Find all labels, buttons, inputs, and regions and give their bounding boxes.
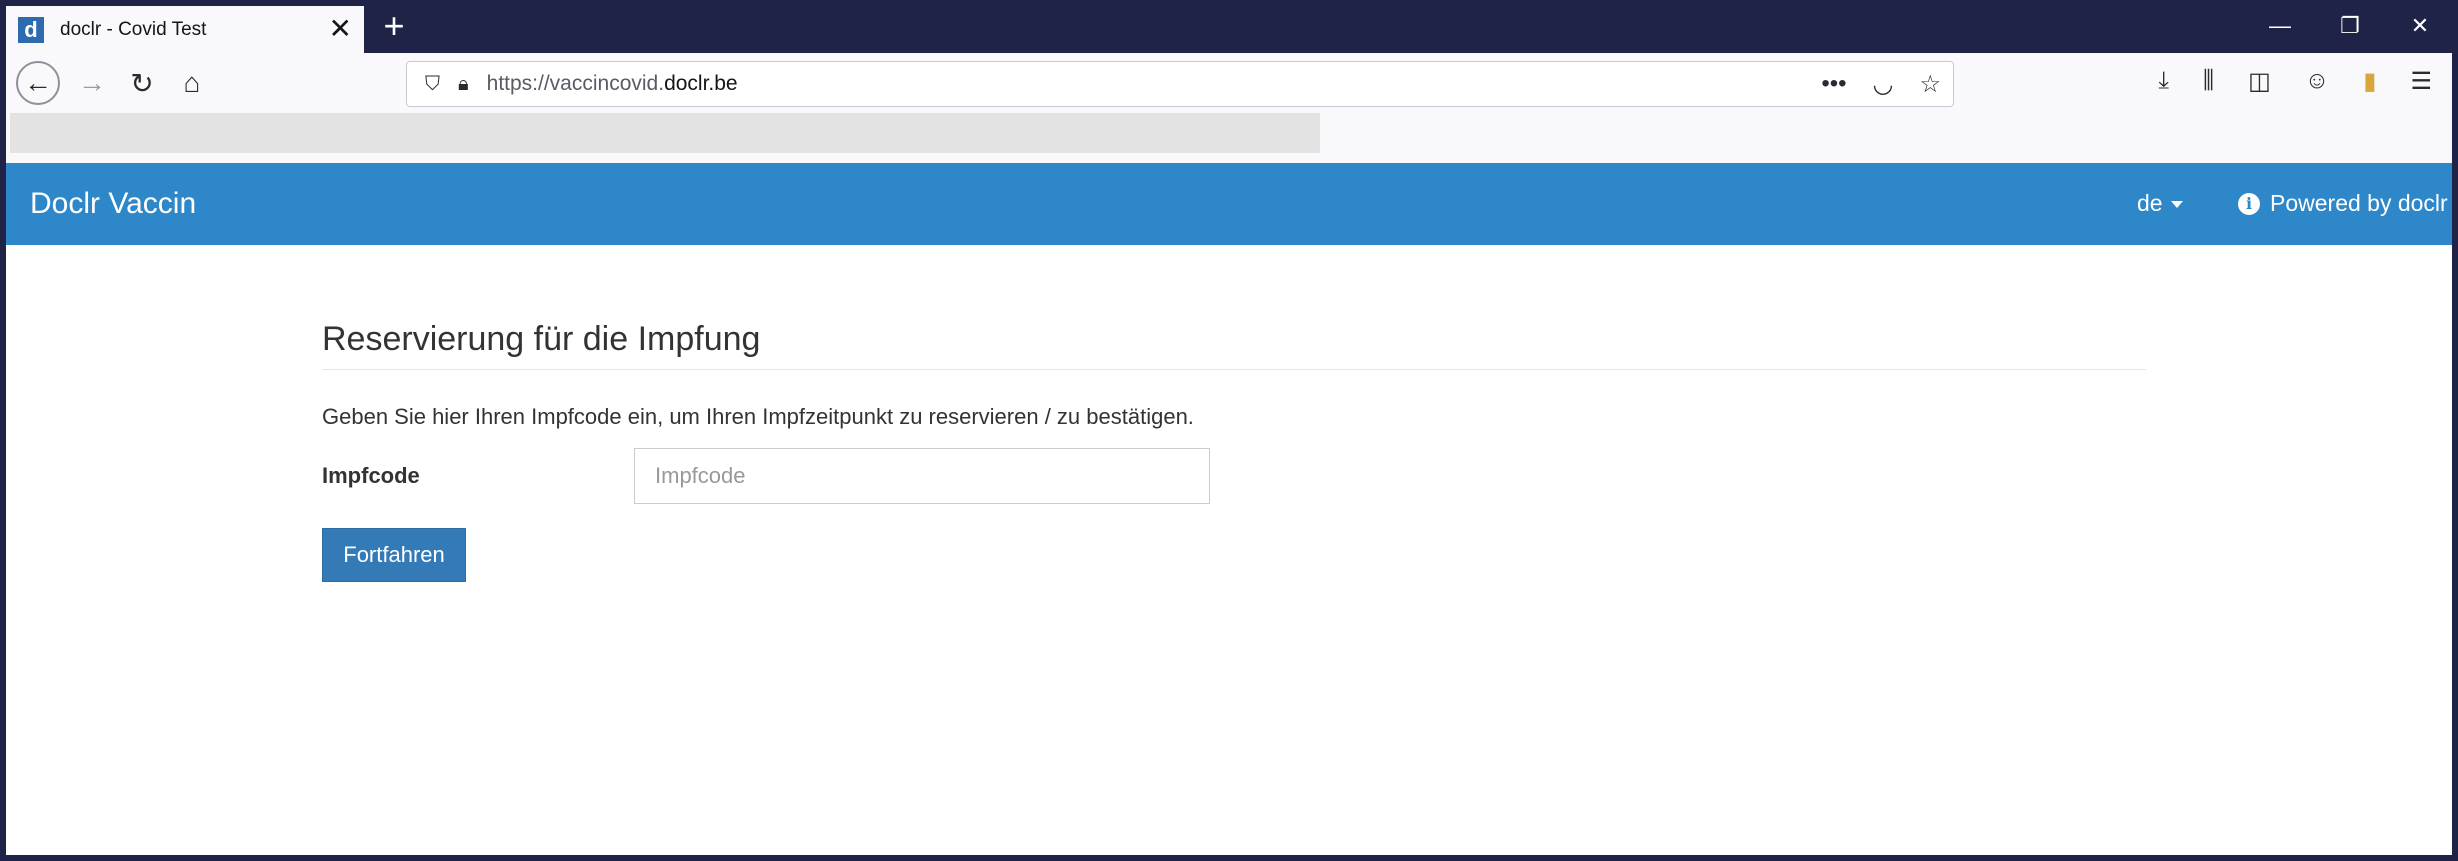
url-text: https://vaccincovid.doclr.be [486, 72, 738, 95]
bookmark-star-icon[interactable]: ☆ [1919, 70, 1941, 99]
tracking-shield-icon[interactable]: ⛉ [425, 73, 440, 96]
pocket-icon[interactable]: ◡ [1873, 70, 1894, 99]
site-header: Doclr Vaccin de i Powered by doclr [6, 163, 2452, 245]
redacted-bookmarks [10, 113, 1320, 153]
extension-icon[interactable]: ▮ [2363, 67, 2376, 96]
account-icon[interactable]: ☺ [2305, 67, 2330, 96]
reservation-form: Reservierung für die Impfung Geben Sie h… [322, 320, 2146, 582]
home-icon[interactable]: ⌂ [170, 61, 214, 105]
navigation-toolbar: ← → ↻ ⌂ ⛉ 🔒︎ https://vaccincovid.doclr.b… [6, 53, 2452, 113]
form-description: Geben Sie hier Ihren Impfcode ein, um Ih… [322, 404, 1194, 429]
sidebar-icon[interactable]: ◫ [2248, 67, 2271, 96]
address-bar[interactable]: ⛉ 🔒︎ https://vaccincovid.doclr.be ••• ◡ … [406, 61, 1954, 107]
powered-by-label: Powered by doclr [2270, 190, 2448, 216]
close-tab-icon[interactable]: ✕ [329, 14, 352, 44]
site-brand[interactable]: Doclr Vaccin [30, 187, 196, 221]
padlock-icon[interactable]: 🔒︎ [458, 73, 469, 96]
impfcode-label: Impfcode [322, 463, 420, 488]
site-favicon-icon: d [18, 16, 44, 43]
tab-title: doclr - Covid Test [60, 18, 207, 40]
reload-icon[interactable]: ↻ [120, 61, 164, 105]
minimize-window-icon[interactable]: — [2250, 8, 2310, 44]
language-label: de [2137, 190, 2163, 216]
page-title: Reservierung für die Impfung [322, 320, 2146, 370]
continue-button[interactable]: Fortfahren [322, 528, 466, 582]
info-icon: i [2238, 192, 2260, 215]
page-actions-icon[interactable]: ••• [1821, 70, 1846, 99]
downloads-icon[interactable]: ⤓ [2158, 67, 2169, 96]
restore-window-icon[interactable]: ❐ [2320, 8, 2380, 44]
caret-down-icon [2170, 201, 2183, 209]
new-tab-icon[interactable]: + [372, 6, 416, 50]
language-dropdown[interactable]: de [2137, 190, 2183, 217]
powered-by-link[interactable]: i Powered by doclr [2238, 190, 2448, 217]
menu-icon[interactable]: ☰ [2410, 67, 2432, 96]
impfcode-row: Impfcode [322, 448, 2146, 504]
impfcode-input[interactable] [634, 448, 1210, 504]
browser-tab[interactable]: d doclr - Covid Test ✕ [6, 6, 364, 53]
close-window-icon[interactable]: ✕ [2390, 8, 2450, 44]
library-icon[interactable]: ⫼ [2203, 67, 2214, 96]
forward-icon[interactable]: → [70, 61, 114, 105]
bookmarks-toolbar [6, 113, 2452, 163]
back-icon[interactable]: ← [16, 61, 60, 105]
tab-strip: d doclr - Covid Test ✕ + — ❐ ✕ [0, 0, 2458, 53]
